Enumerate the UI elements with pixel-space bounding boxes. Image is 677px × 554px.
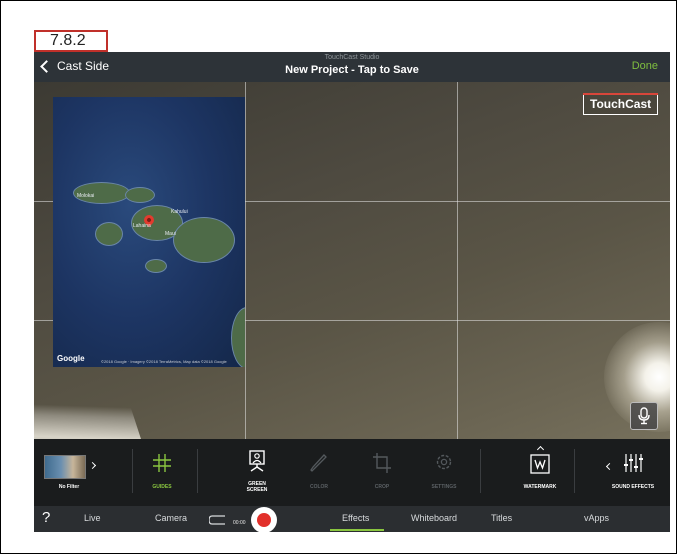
active-tab-indicator	[330, 529, 384, 531]
sound-effects-label: SOUND EFFECTS	[611, 484, 655, 490]
crop-icon	[373, 453, 391, 473]
guides-label: GUIDES	[152, 484, 172, 490]
divider	[480, 449, 481, 493]
sound-effects-button[interactable]: SOUND EFFECTS	[596, 439, 670, 506]
top-bar: Cast Side TouchCast Studio New Project -…	[34, 52, 670, 82]
island-east-maui	[173, 217, 235, 263]
record-dot-icon	[257, 513, 271, 527]
camera-preview[interactable]: Molokai Kahului Lahaina Maui Google ©201…	[34, 82, 670, 439]
done-button[interactable]: Done	[632, 60, 658, 72]
project-title[interactable]: New Project - Tap to Save	[34, 64, 670, 76]
settings-label: SETTINGS	[431, 484, 457, 490]
watermark-button[interactable]: WATERMARK	[510, 439, 570, 506]
help-button[interactable]: ?	[42, 509, 50, 526]
filter-thumbnail	[44, 455, 86, 479]
app-name: TouchCast Studio	[324, 54, 380, 61]
crop-button[interactable]: CROP	[352, 439, 412, 506]
tab-vapps[interactable]: vApps	[584, 513, 609, 523]
settings-button[interactable]: SETTINGS	[414, 439, 474, 506]
map-overlay[interactable]: Molokai Kahului Lahaina Maui Google ©201…	[53, 97, 245, 367]
step-label: 7.8.2	[34, 30, 108, 52]
grid-icon	[153, 454, 171, 472]
map-place-label: Molokai	[77, 193, 95, 199]
crop-label: CROP	[374, 484, 390, 490]
map-attribution: ©2018 Google · Imagery ©2018 TerraMetric…	[101, 359, 227, 364]
chevron-left-icon	[605, 462, 614, 471]
island-kahoolawe	[145, 259, 167, 273]
tab-effects[interactable]: Effects	[342, 513, 369, 523]
eyedropper-icon	[310, 454, 327, 472]
microphone-button[interactable]	[630, 402, 658, 430]
effects-toolbar: No Filter GUIDES GREEN SCREEN COLOR CROP…	[34, 439, 670, 506]
divider	[574, 449, 575, 493]
touchcast-logo: TouchCast	[583, 93, 659, 115]
map-place-label: Lahaina	[133, 223, 151, 229]
divider	[197, 449, 198, 493]
microphone-icon	[638, 407, 650, 425]
green-screen-label: GREEN SCREEN	[246, 481, 268, 493]
color-button[interactable]: COLOR	[289, 439, 349, 506]
green-screen-button[interactable]: GREEN SCREEN	[227, 439, 287, 506]
chevron-right-icon	[88, 461, 97, 470]
watermark-label: WATERMARK	[523, 484, 557, 490]
watermark-icon	[530, 454, 550, 474]
recording-timer: 00:00	[233, 520, 246, 526]
tab-titles[interactable]: Titles	[491, 513, 512, 523]
map-place-label: Kahului	[171, 209, 188, 215]
guide-line-v1	[245, 82, 246, 439]
filter-button[interactable]: No Filter	[34, 439, 104, 506]
island-lanai-shelf	[125, 187, 155, 203]
gear-icon	[436, 454, 452, 470]
google-label: Google	[57, 354, 85, 363]
island-hawaii	[231, 307, 245, 367]
map-place-label: Maui	[165, 231, 176, 237]
filter-label: No Filter	[58, 484, 80, 490]
bottom-bar: ? Live Camera 00:00 Effects Whiteboard T…	[34, 506, 670, 532]
green-screen-icon	[249, 450, 265, 472]
undo-icon[interactable]	[209, 514, 227, 526]
camera-tab[interactable]: Camera	[155, 513, 187, 523]
chevron-up-icon	[536, 445, 545, 454]
equalizer-icon	[624, 454, 643, 472]
touchcast-app: Cast Side TouchCast Studio New Project -…	[34, 52, 670, 532]
record-button[interactable]	[251, 507, 277, 532]
color-label: COLOR	[309, 484, 329, 490]
island-lanai	[95, 222, 123, 246]
wall-edge	[34, 375, 142, 439]
guides-button[interactable]: GUIDES	[132, 439, 192, 506]
guide-line-v2	[457, 82, 458, 439]
tab-whiteboard[interactable]: Whiteboard	[411, 513, 457, 523]
live-tab[interactable]: Live	[84, 513, 101, 523]
